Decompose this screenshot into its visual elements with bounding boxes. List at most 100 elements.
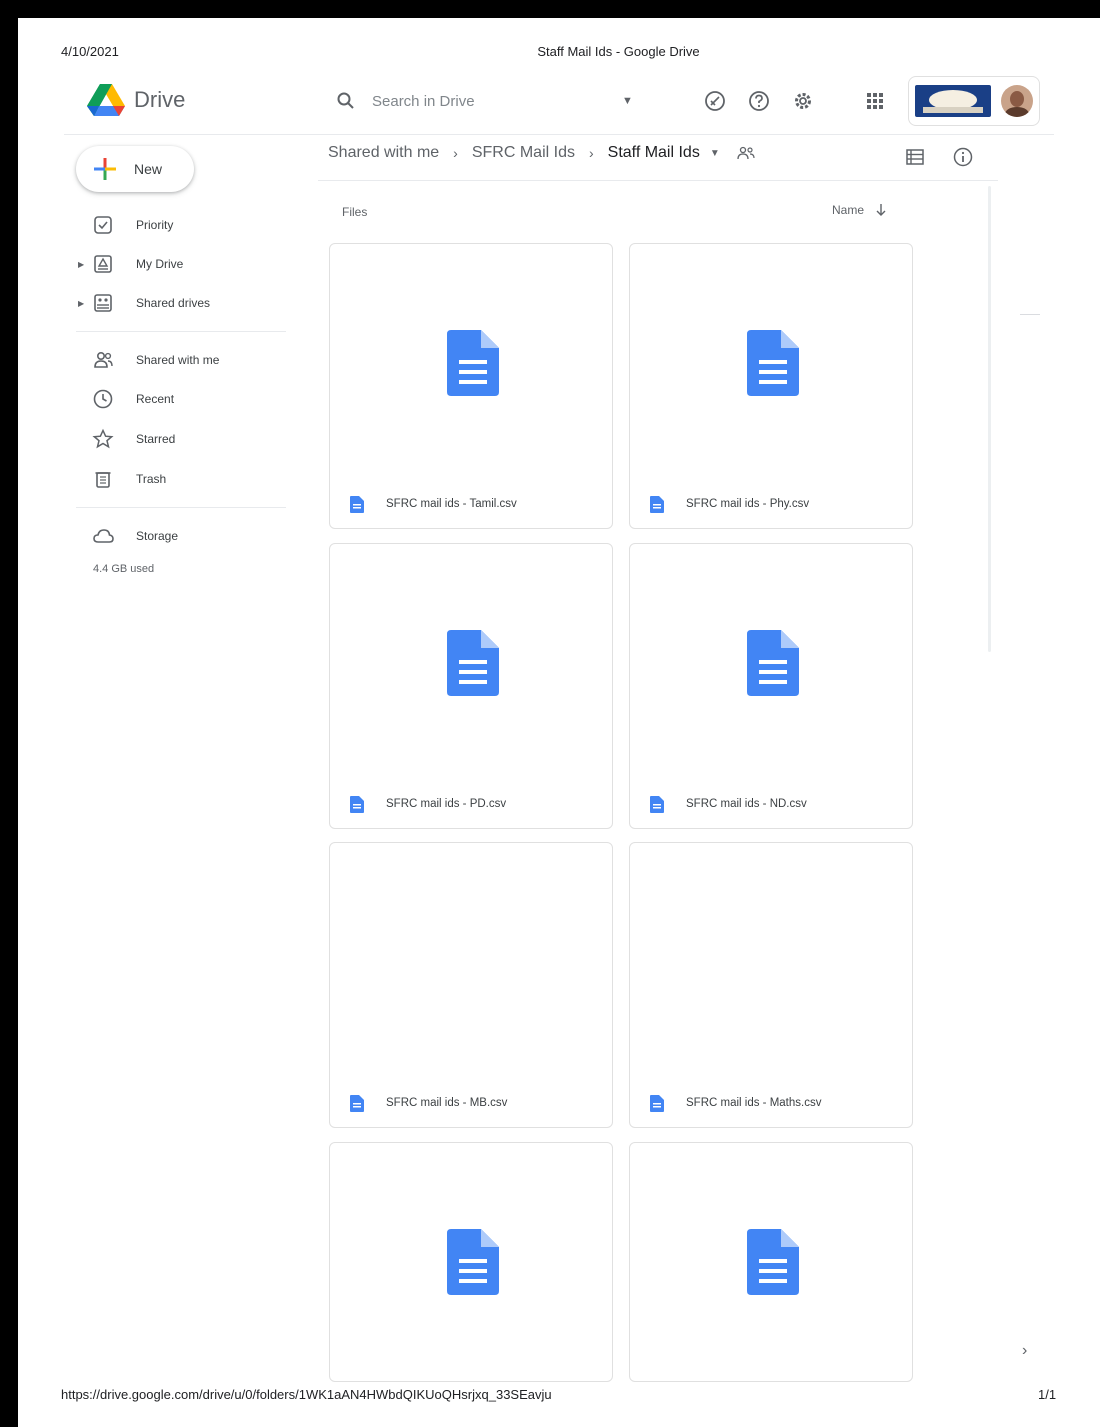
arrow-down-icon[interactable]: [874, 203, 888, 217]
file-card[interactable]: SFRC mail ids - ND.csv: [629, 543, 913, 829]
shared-drives-icon: [94, 294, 112, 312]
print-page-number: 1/1: [1038, 1387, 1057, 1402]
file-card[interactable]: SFRC mail ids - Phy.csv: [629, 243, 913, 529]
sidebar-item-label: Starred: [136, 432, 176, 446]
file-card-footer[interactable]: SFRC mail ids - PD.csv: [330, 780, 612, 828]
document-icon: [447, 330, 499, 396]
file-card[interactable]: SFRC mail ids - Tamil.csv: [329, 243, 613, 529]
new-button-label: New: [134, 161, 163, 177]
priority-checkbox-icon: [94, 216, 112, 234]
trash-icon: [95, 472, 111, 488]
search-icon[interactable]: [336, 91, 356, 111]
document-icon: [747, 630, 799, 696]
sort-by-name-button[interactable]: Name: [832, 203, 888, 217]
my-drive-icon: [94, 255, 112, 273]
page-border-left: [0, 0, 18, 1427]
search-bar: ▼: [330, 80, 652, 122]
plus-icon: [94, 158, 116, 180]
files-section-label: Files: [342, 205, 368, 219]
view-toolbar: [904, 146, 974, 168]
organization-logo: [915, 85, 991, 117]
print-url: https://drive.google.com/drive/u/0/folde…: [61, 1387, 552, 1402]
star-icon: [92, 428, 114, 449]
document-icon: [447, 1229, 499, 1295]
search-options-caret-icon[interactable]: ▼: [622, 95, 633, 107]
user-avatar[interactable]: [1001, 85, 1033, 117]
expand-arrow-icon[interactable]: ▶: [78, 299, 84, 308]
file-card-footer[interactable]: SFRC mail ids - ND.csv: [630, 780, 912, 828]
help-icon[interactable]: [746, 88, 772, 114]
list-view-icon[interactable]: [904, 146, 926, 168]
search-input[interactable]: [370, 91, 604, 111]
document-icon: [650, 495, 664, 513]
file-card[interactable]: [329, 1142, 613, 1382]
vertical-scrollbar[interactable]: [988, 186, 991, 652]
google-apps-icon[interactable]: [862, 88, 888, 114]
expand-arrow-icon[interactable]: ▶: [78, 260, 84, 269]
file-card[interactable]: [629, 1142, 913, 1382]
file-card-footer[interactable]: SFRC mail ids - Tamil.csv: [330, 480, 612, 528]
breadcrumb-current-folder[interactable]: Staff Mail Ids: [608, 144, 700, 162]
sidebar-item-shared-drives[interactable]: ▶ Shared drives: [76, 285, 286, 321]
file-thumbnail[interactable]: [330, 843, 612, 1079]
shared-folder-people-icon: [737, 146, 755, 160]
sidebar-item-shared-with-me[interactable]: Shared with me: [76, 342, 286, 378]
sidebar-item-label: Shared with me: [136, 353, 220, 367]
sidebar-item-label: Storage: [136, 529, 179, 543]
sidebar-item-priority[interactable]: Priority: [76, 207, 286, 243]
side-panel-divider: [1020, 314, 1040, 315]
file-card[interactable]: SFRC mail ids - Maths.csv: [629, 842, 913, 1128]
info-icon[interactable]: [952, 146, 974, 168]
file-card[interactable]: SFRC mail ids - MB.csv: [329, 842, 613, 1128]
sort-label: Name: [832, 203, 865, 217]
document-icon: [747, 330, 799, 396]
new-button[interactable]: New: [76, 146, 194, 192]
file-thumbnail[interactable]: [630, 244, 912, 480]
file-name: SFRC mail ids - MB.csv: [386, 1097, 508, 1109]
file-card-footer[interactable]: SFRC mail ids - Maths.csv: [630, 1079, 912, 1127]
sidebar-item-label: Shared drives: [136, 296, 211, 310]
sidebar-item-starred[interactable]: Starred: [76, 421, 286, 457]
page-border-top: [0, 0, 1100, 18]
document-icon: [350, 495, 364, 513]
top-toolbar: [702, 88, 834, 114]
sidebar-item-label: Recent: [136, 392, 175, 406]
show-side-panel-chevron-icon[interactable]: ›: [1022, 1342, 1027, 1360]
sidebar-item-label: My Drive: [136, 257, 184, 271]
sidebar-divider: [76, 331, 286, 332]
file-card[interactable]: SFRC mail ids - PD.csv: [329, 543, 613, 829]
chevron-right-icon: ›: [453, 145, 458, 161]
sidebar-item-trash[interactable]: Trash: [76, 461, 286, 497]
document-icon: [650, 795, 664, 813]
cloud-icon: [93, 529, 114, 543]
settings-gear-icon[interactable]: [790, 88, 816, 114]
account-switcher[interactable]: [908, 76, 1040, 126]
file-thumbnail[interactable]: [630, 843, 912, 1079]
app-name: Drive: [134, 87, 186, 112]
sidebar-item-label: Priority: [136, 218, 174, 232]
breadcrumb-item[interactable]: SFRC Mail Ids: [472, 144, 575, 162]
breadcrumb-item[interactable]: Shared with me: [328, 144, 439, 162]
sidebar-item-my-drive[interactable]: ▶ My Drive: [76, 246, 286, 282]
document-icon: [350, 1094, 364, 1112]
file-thumbnail[interactable]: [630, 1143, 912, 1379]
folder-menu-caret-icon[interactable]: ▼: [710, 148, 720, 159]
document-icon: [350, 795, 364, 813]
file-thumbnail[interactable]: [330, 544, 612, 780]
sidebar-item-label: Trash: [136, 472, 167, 486]
file-name: SFRC mail ids - Maths.csv: [686, 1097, 822, 1109]
file-thumbnail[interactable]: [630, 544, 912, 780]
file-name: SFRC mail ids - ND.csv: [686, 798, 807, 810]
file-card-footer[interactable]: SFRC mail ids - Phy.csv: [630, 480, 912, 528]
file-card-footer[interactable]: SFRC mail ids - MB.csv: [330, 1079, 612, 1127]
breadcrumb-divider: [318, 180, 998, 181]
document-icon: [447, 630, 499, 696]
file-thumbnail[interactable]: [330, 1143, 612, 1379]
sidebar-divider: [76, 507, 286, 508]
sidebar-item-recent[interactable]: Recent: [76, 381, 286, 417]
drive-logo[interactable]: Drive: [86, 82, 185, 118]
file-thumbnail[interactable]: [330, 244, 612, 480]
offline-ready-icon[interactable]: [702, 88, 728, 114]
sidebar-item-storage[interactable]: Storage: [76, 518, 286, 554]
document-icon: [747, 1229, 799, 1295]
